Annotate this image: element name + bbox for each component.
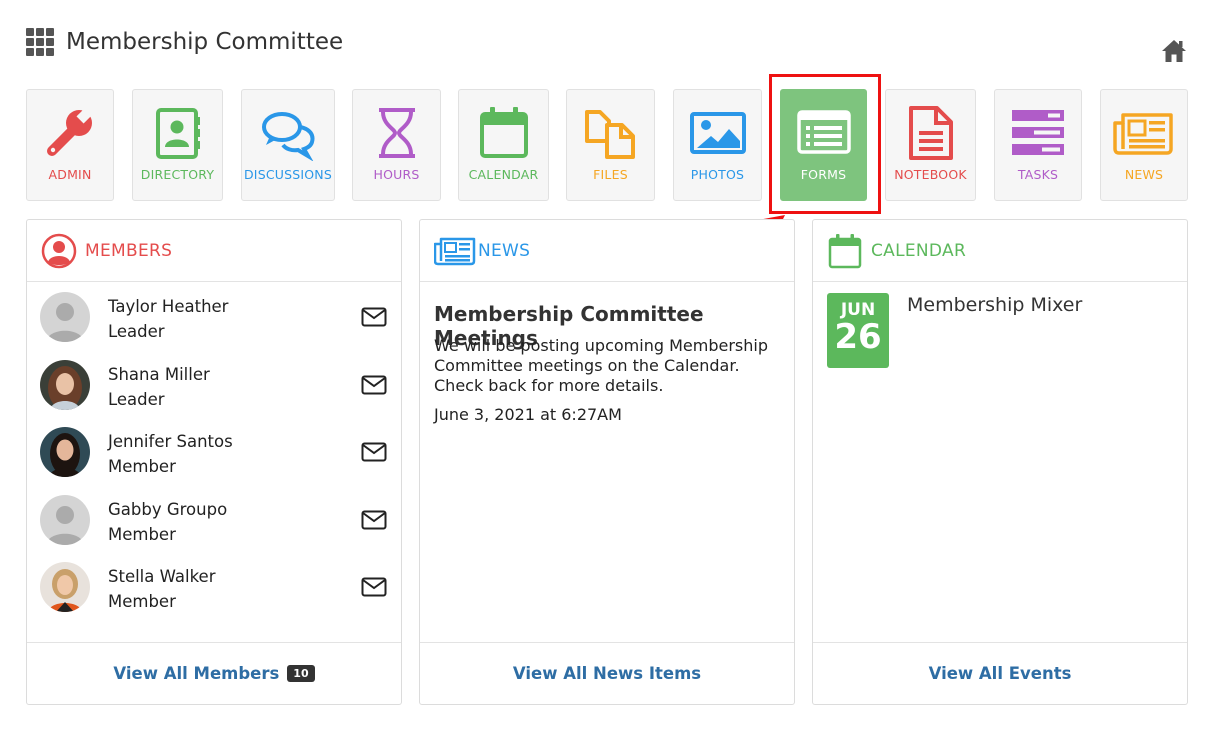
form-icon (796, 110, 851, 154)
tile-label: CALENDAR (468, 167, 539, 182)
news-item-body: We will be posting upcoming Membership C… (434, 336, 768, 395)
view-all-events-link[interactable]: View All Events (929, 664, 1072, 683)
hourglass-icon (378, 108, 415, 158)
document-icon (908, 106, 953, 160)
user-circle-icon (41, 233, 77, 268)
calendar-icon (479, 107, 528, 158)
chat-bubbles-icon (262, 112, 315, 161)
newspaper-icon (1113, 113, 1173, 155)
member-role: Leader (108, 322, 165, 341)
members-list: Taylor Heather Leader Shana Miller Leade… (27, 290, 401, 628)
event-day: 26 (834, 317, 882, 357)
home-icon[interactable] (1160, 38, 1188, 64)
tile-photos[interactable]: PHOTOS (673, 89, 762, 201)
news-item-date: June 3, 2021 at 6:27AM (434, 405, 622, 424)
event-title[interactable]: Membership Mixer (907, 294, 1082, 316)
tile-label: NOTEBOOK (894, 167, 967, 182)
envelope-icon[interactable] (361, 307, 387, 327)
member-row[interactable]: Taylor Heather Leader (27, 290, 401, 358)
page-header: Membership Committee (26, 28, 343, 56)
members-panel-title: MEMBERS (85, 240, 173, 261)
member-row[interactable]: Gabby Groupo Member (27, 493, 401, 561)
tile-label: DIRECTORY (140, 167, 215, 182)
member-name[interactable]: Stella Walker (108, 567, 215, 586)
avatar[interactable] (40, 427, 90, 477)
member-row[interactable]: Jennifer Santos Member (27, 425, 401, 493)
member-name[interactable]: Gabby Groupo (108, 500, 227, 519)
tool-tiles: ADMIN DIRECTORY DISCUSSIONS HOURS CALEND… (0, 89, 1211, 201)
avatar[interactable] (40, 292, 90, 342)
tile-label: TASKS (1017, 167, 1059, 182)
member-role: Member (108, 457, 176, 476)
tile-files[interactable]: FILES (566, 89, 655, 201)
tile-tasks[interactable]: TASKS (994, 89, 1082, 201)
page-title: Membership Committee (66, 29, 344, 55)
tile-label: DISCUSSIONS (243, 167, 332, 182)
tile-notebook[interactable]: NOTEBOOK (885, 89, 976, 201)
members-panel-header: MEMBERS (27, 220, 401, 282)
tile-directory[interactable]: DIRECTORY (132, 89, 223, 201)
news-panel: NEWS Membership Committee Meetings We wi… (419, 219, 795, 705)
calendar-panel: CALENDAR JUN 26 Membership Mixer View Al… (812, 219, 1188, 705)
member-row[interactable]: Shana Miller Leader (27, 358, 401, 426)
envelope-icon[interactable] (361, 442, 387, 462)
avatar[interactable] (40, 359, 90, 410)
apps-grid-icon[interactable] (26, 28, 54, 56)
member-role: Leader (108, 389, 165, 409)
tile-label: HOURS (373, 167, 420, 182)
avatar[interactable] (40, 494, 90, 545)
member-role: Member (108, 592, 176, 611)
members-panel: MEMBERS Taylor Heather Leader Shana Mill… (26, 219, 402, 705)
tile-hours[interactable]: HOURS (352, 89, 441, 201)
view-all-members-link[interactable]: View All Members (113, 664, 279, 683)
tile-label: FORMS (800, 167, 847, 182)
tile-calendar[interactable]: CALENDAR (458, 89, 549, 201)
image-icon (689, 112, 746, 154)
news-panel-title: NEWS (478, 240, 531, 261)
avatar[interactable] (40, 562, 90, 612)
news-panel-header: NEWS (420, 220, 794, 282)
event-date-block: JUN 26 (827, 293, 889, 368)
tile-label: PHOTOS (690, 167, 745, 182)
tasks-icon (1012, 110, 1064, 155)
member-role: Member (108, 524, 176, 544)
envelope-icon[interactable] (361, 510, 387, 530)
calendar-panel-footer: View All Events (813, 642, 1187, 704)
envelope-icon[interactable] (361, 577, 387, 597)
member-count-badge: 10 (287, 665, 315, 682)
view-all-news-link[interactable]: View All News Items (513, 664, 701, 683)
newspaper-icon (434, 237, 476, 265)
envelope-icon[interactable] (361, 375, 387, 395)
files-icon (584, 110, 635, 159)
tile-label: FILES (593, 167, 628, 182)
tile-label: ADMIN (48, 167, 92, 182)
tile-news[interactable]: NEWS (1100, 89, 1188, 201)
wrench-icon (47, 106, 94, 156)
tile-label: NEWS (1124, 167, 1164, 182)
calendar-panel-title: CALENDAR (871, 240, 967, 261)
member-name[interactable]: Jennifer Santos (108, 432, 233, 451)
calendar-icon (828, 233, 862, 268)
member-name[interactable]: Taylor Heather (108, 297, 228, 316)
calendar-panel-header: CALENDAR (813, 220, 1187, 282)
members-panel-footer: View All Members 10 (27, 642, 401, 704)
member-row[interactable]: Stella Walker Member (27, 560, 401, 628)
tile-forms[interactable]: FORMS (780, 89, 867, 201)
tile-discussions[interactable]: DISCUSSIONS (241, 89, 335, 201)
tile-admin[interactable]: ADMIN (26, 89, 114, 201)
member-name[interactable]: Shana Miller (108, 365, 210, 384)
news-panel-footer: View All News Items (420, 642, 794, 704)
contact-book-icon (155, 108, 200, 159)
